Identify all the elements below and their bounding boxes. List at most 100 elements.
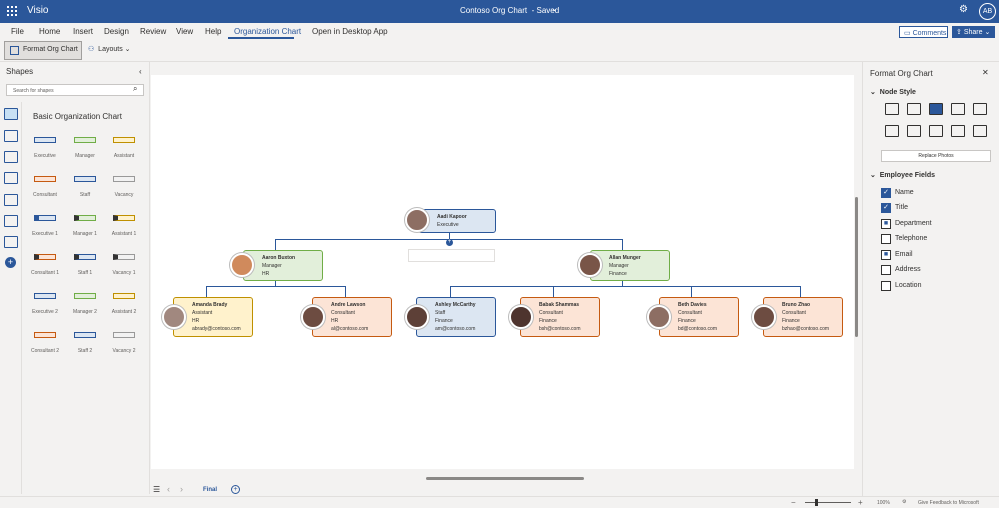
avatar	[752, 305, 776, 329]
node-style-option[interactable]	[907, 125, 921, 137]
add-stencil-icon[interactable]: +	[5, 257, 16, 268]
shape-executive-1[interactable]: Executive 1	[25, 215, 65, 237]
field-title-checkbox[interactable]: ✓	[881, 203, 891, 213]
field-location-label: Location	[895, 282, 922, 289]
shape-vacancy-1[interactable]: Vacancy 1	[104, 254, 144, 276]
node-style-option[interactable]	[973, 125, 987, 137]
field-address-checkbox[interactable]	[881, 265, 891, 275]
document-title[interactable]: Contoso Org Chart - Saved	[460, 6, 559, 15]
stencil-org-icon[interactable]	[4, 194, 18, 206]
node-style-option[interactable]	[885, 125, 899, 137]
horizontal-scrollbar[interactable]	[426, 477, 584, 480]
field-location-checkbox[interactable]	[881, 281, 891, 291]
stencil-org-icon[interactable]	[4, 130, 18, 142]
avatar	[405, 208, 429, 232]
feedback-link[interactable]: Give Feedback to Microsoft	[918, 500, 979, 506]
avatar	[647, 305, 671, 329]
node-style-option[interactable]	[973, 103, 987, 115]
shape-assistant[interactable]: Assistant	[104, 137, 144, 159]
avatar	[162, 305, 186, 329]
avatar[interactable]: AB	[979, 3, 996, 20]
shape-manager-1[interactable]: Manager 1	[65, 215, 105, 237]
org-node-executive[interactable]: Aadi Kapoor Executive	[418, 209, 496, 233]
collapse-pane-icon[interactable]: ‹	[139, 67, 142, 76]
page-tab-final[interactable]: Final	[203, 487, 217, 493]
org-node-manager[interactable]: Aaron Buxton Manager HR	[243, 250, 323, 281]
org-node-manager[interactable]: Allan Munger Manager Finance	[590, 250, 670, 281]
menu-review[interactable]: Review	[140, 27, 166, 36]
vertical-scrollbar[interactable]	[855, 197, 858, 337]
stencil-org-icon[interactable]	[4, 236, 18, 248]
replace-photos-button[interactable]: Replace Photos	[881, 150, 991, 162]
menu-design[interactable]: Design	[104, 27, 129, 36]
format-org-chart-button[interactable]: Format Org Chart	[4, 41, 82, 60]
chevron-left-icon[interactable]: ‹	[167, 484, 170, 494]
menu-view[interactable]: View	[176, 27, 193, 36]
quick-shapes-toolbar[interactable]	[408, 249, 495, 262]
zoom-slider-thumb[interactable]	[815, 499, 818, 506]
search-icon[interactable]: ⌕	[133, 84, 137, 94]
app-name: Visio	[27, 5, 49, 16]
org-chart-icon	[10, 46, 19, 55]
stencil-org-icon[interactable]	[4, 172, 18, 184]
field-name-checkbox[interactable]: ✓	[881, 188, 891, 198]
zoom-level[interactable]: 100%	[877, 500, 890, 506]
add-page-icon[interactable]: +	[231, 485, 240, 494]
menu-help[interactable]: Help	[205, 27, 221, 36]
close-icon[interactable]: ✕	[982, 68, 989, 77]
menu-open-desktop[interactable]: Open in Desktop App	[312, 27, 388, 36]
zoom-slider[interactable]	[805, 502, 851, 503]
node-style-option[interactable]	[885, 103, 899, 115]
shape-staff[interactable]: Staff	[65, 176, 105, 198]
shape-executive-2[interactable]: Executive 2	[25, 293, 65, 315]
shape-executive[interactable]: Executive	[25, 137, 65, 159]
shape-staff-1[interactable]: Staff 1	[65, 254, 105, 276]
shape-manager-2[interactable]: Manager 2	[65, 293, 105, 315]
shape-consultant[interactable]: Consultant	[25, 176, 65, 198]
node-style-option[interactable]	[951, 125, 965, 137]
shape-consultant-2[interactable]: Consultant 2	[25, 332, 65, 354]
menu-icon[interactable]: ☰	[153, 485, 160, 494]
field-telephone-checkbox[interactable]	[881, 234, 891, 244]
zoom-in-icon[interactable]: +	[858, 498, 863, 507]
menu-home[interactable]: Home	[39, 27, 60, 36]
avatar	[509, 305, 533, 329]
shape-manager[interactable]: Manager	[65, 137, 105, 159]
title-bar: Visio Contoso Org Chart - Saved ⌄ ⚙ AB	[0, 0, 999, 23]
connector	[450, 286, 801, 287]
node-style-option[interactable]	[929, 103, 943, 115]
add-node-icon[interactable]: +	[446, 239, 453, 246]
menu-organization-chart[interactable]: Organization Chart	[234, 27, 301, 36]
shape-staff-2[interactable]: Staff 2	[65, 332, 105, 354]
share-button[interactable]: ⇪ Share ⌄	[952, 26, 995, 38]
chevron-right-icon[interactable]: ›	[180, 484, 183, 494]
layouts-button[interactable]: ⚇ Layouts ⌄	[88, 45, 131, 53]
shape-vacancy-2[interactable]: Vacancy 2	[104, 332, 144, 354]
share-icon: ⇪	[956, 29, 962, 36]
node-style-option[interactable]	[907, 103, 921, 115]
gear-icon[interactable]: ⚙	[959, 4, 968, 15]
field-department-checkbox[interactable]: ■	[881, 219, 891, 229]
org-node-consultant[interactable]: Beth Davies Consultant Finance bd@contoso.c…	[659, 297, 739, 337]
employee-fields-section[interactable]: ⌄ Employee Fields	[870, 171, 935, 179]
chevron-down-icon[interactable]: ⌄	[551, 4, 558, 13]
shape-assistant-1[interactable]: Assistant 1	[104, 215, 144, 237]
menu-file[interactable]: File	[11, 27, 24, 36]
app-launcher-icon[interactable]	[7, 6, 17, 16]
stencil-org-icon[interactable]	[4, 151, 18, 163]
menu-insert[interactable]: Insert	[73, 27, 93, 36]
connector	[450, 286, 451, 297]
shape-consultant-1[interactable]: Consultant 1	[25, 254, 65, 276]
stencil-org-icon[interactable]	[4, 108, 18, 120]
node-style-section[interactable]: ⌄ Node Style	[870, 88, 916, 96]
node-style-option[interactable]	[929, 125, 943, 137]
field-email-checkbox[interactable]: ■	[881, 250, 891, 260]
shapes-search-input[interactable]: Search for shapes	[6, 84, 144, 96]
comments-button[interactable]: ▭ Comments	[899, 26, 948, 38]
stencil-org-icon[interactable]	[4, 215, 18, 227]
node-style-option[interactable]	[951, 103, 965, 115]
shape-assistant-2[interactable]: Assistant 2	[104, 293, 144, 315]
zoom-out-icon[interactable]: −	[791, 498, 796, 507]
menu-bar: File Home Insert Design Review View Help…	[0, 23, 999, 39]
shape-vacancy[interactable]: Vacancy	[104, 176, 144, 198]
